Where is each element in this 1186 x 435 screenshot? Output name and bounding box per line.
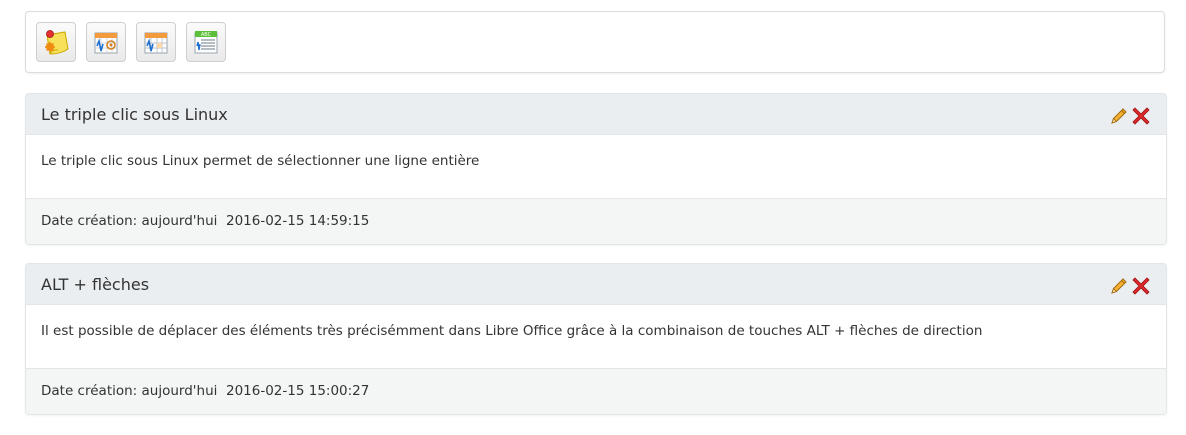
- note-card: ALT + flèches Il est possible de déplace…: [25, 263, 1167, 415]
- note-header: Le triple clic sous Linux: [26, 94, 1166, 135]
- note-actions: [1108, 105, 1152, 127]
- note-card: Le triple clic sous Linux Le triple clic…: [25, 93, 1167, 245]
- note-footer: Date création: aujourd'hui 2016-02-15 15…: [26, 368, 1166, 414]
- delete-icon: [1132, 277, 1150, 295]
- note-title: ALT + flèches: [41, 275, 150, 294]
- edit-button[interactable]: [1108, 275, 1130, 297]
- created-label: Date création:: [41, 383, 138, 399]
- created-label: Date création:: [41, 213, 138, 229]
- note-body: Il est possible de déplacer des éléments…: [26, 305, 1166, 368]
- created-datetime: 2016-02-15 15:00:27: [225, 383, 370, 399]
- note-footer: Date création: aujourd'hui 2016-02-15 14…: [26, 198, 1166, 244]
- note-body: Le triple clic sous Linux permet de séle…: [26, 135, 1166, 198]
- note-actions: [1108, 275, 1152, 297]
- created-relative: aujourd'hui: [141, 383, 218, 399]
- new-note-button[interactable]: [36, 22, 76, 62]
- pencil-icon: [1111, 108, 1127, 124]
- created-datetime: 2016-02-15 14:59:15: [225, 213, 370, 229]
- note-text: Le triple clic sous Linux permet de séle…: [41, 153, 480, 169]
- created-relative: aujourd'hui: [141, 213, 218, 229]
- calendar-settings-icon: [94, 32, 118, 54]
- calendar-grid-button[interactable]: [136, 22, 176, 62]
- note-created: Date création: aujourd'hui 2016-02-15 14…: [41, 213, 369, 229]
- note-header: ALT + flèches: [26, 264, 1166, 305]
- new-note-icon: [45, 30, 69, 55]
- note-title: Le triple clic sous Linux: [41, 105, 228, 124]
- svg-text:ABC: ABC: [201, 32, 212, 38]
- note-text: Il est possible de déplacer des éléments…: [41, 323, 983, 339]
- delete-button[interactable]: [1130, 275, 1152, 297]
- delete-icon: [1132, 107, 1150, 125]
- list-view-button[interactable]: ABC: [186, 22, 226, 62]
- calendar-settings-button[interactable]: [86, 22, 126, 62]
- note-created: Date création: aujourd'hui 2016-02-15 15…: [41, 383, 369, 399]
- delete-button[interactable]: [1130, 105, 1152, 127]
- toolbar: ABC: [25, 11, 1165, 73]
- edit-button[interactable]: [1108, 105, 1130, 127]
- list-view-icon: ABC: [194, 31, 218, 54]
- calendar-grid-icon: [144, 32, 168, 54]
- pencil-icon: [1111, 278, 1127, 294]
